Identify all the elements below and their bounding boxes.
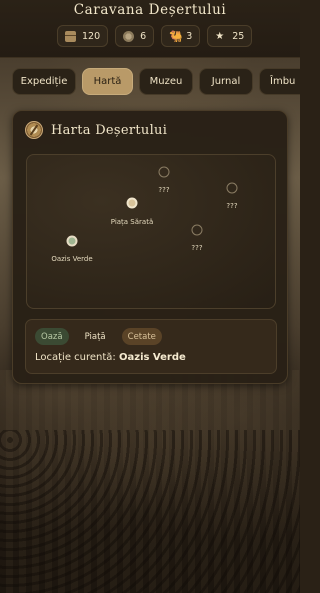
stat-chest-value: 120 bbox=[82, 30, 101, 42]
app-header: Caravana Deșertului 120 6 🐫 3 ★ 25 bbox=[0, 0, 300, 58]
tab-harta[interactable]: Hartă bbox=[82, 68, 133, 95]
map-card-title: Harta Deșertului bbox=[51, 122, 168, 138]
app-title: Caravana Deșertului bbox=[73, 2, 227, 18]
map-marker[interactable] bbox=[158, 166, 170, 178]
stat-coins: 6 bbox=[115, 25, 155, 47]
tab-jurnal[interactable]: Jurnal bbox=[199, 68, 253, 95]
desert-map: ??? Piața Sărată ??? ??? Oazis Verde bbox=[26, 154, 276, 309]
map-marker[interactable] bbox=[66, 235, 78, 247]
map-legend: Oază Piață Cetate bbox=[35, 328, 162, 345]
legend-citadel: Cetate bbox=[121, 328, 162, 345]
stat-stars-value: 25 bbox=[232, 30, 245, 42]
map-marker[interactable] bbox=[226, 182, 238, 194]
stat-chest: 120 bbox=[57, 25, 109, 47]
map-card: Harta Deșertului ??? Piața Sărată ??? ??… bbox=[12, 110, 288, 384]
current-location-prefix: Locație curentă: bbox=[35, 352, 116, 363]
map-marker[interactable] bbox=[126, 197, 138, 209]
stat-camels-value: 3 bbox=[186, 30, 193, 42]
map-location-label: Oazis Verde bbox=[51, 255, 93, 263]
legend-oasis: Oază bbox=[35, 328, 69, 345]
stat-stars: ★ 25 bbox=[207, 25, 253, 47]
current-location-value: Oazis Verde bbox=[119, 352, 186, 363]
main-tabs: Expediție Hartă Muzeu Jurnal Îmbu bbox=[12, 68, 300, 95]
camel-icon: 🐫 bbox=[169, 29, 183, 43]
tab-expeditie[interactable]: Expediție bbox=[12, 68, 76, 95]
legend-market: Piață bbox=[84, 331, 106, 342]
compass-icon bbox=[25, 121, 43, 139]
stat-camels: 🐫 3 bbox=[161, 25, 201, 47]
stat-coins-value: 6 bbox=[140, 30, 147, 42]
current-location: Locație curentă: Oazis Verde bbox=[35, 352, 186, 363]
tab-muzeu[interactable]: Muzeu bbox=[139, 68, 193, 95]
chest-icon bbox=[65, 30, 76, 42]
star-icon: ★ bbox=[215, 30, 225, 42]
map-card-header: Harta Deșertului bbox=[25, 121, 167, 139]
map-location-label: Piața Sărată bbox=[110, 218, 154, 226]
map-location-label: ??? bbox=[226, 202, 238, 210]
map-location-label: ??? bbox=[158, 186, 170, 194]
map-location-label: ??? bbox=[191, 244, 203, 252]
tab-imbunatatiri[interactable]: Îmbu bbox=[259, 68, 300, 95]
map-marker[interactable] bbox=[191, 224, 203, 236]
coins-icon bbox=[123, 30, 135, 42]
caravan-crowd-scene bbox=[0, 430, 300, 593]
stats-bar: 120 6 🐫 3 ★ 25 bbox=[57, 25, 253, 47]
map-info-panel: Oază Piață Cetate Locație curentă: Oazis… bbox=[25, 319, 277, 374]
